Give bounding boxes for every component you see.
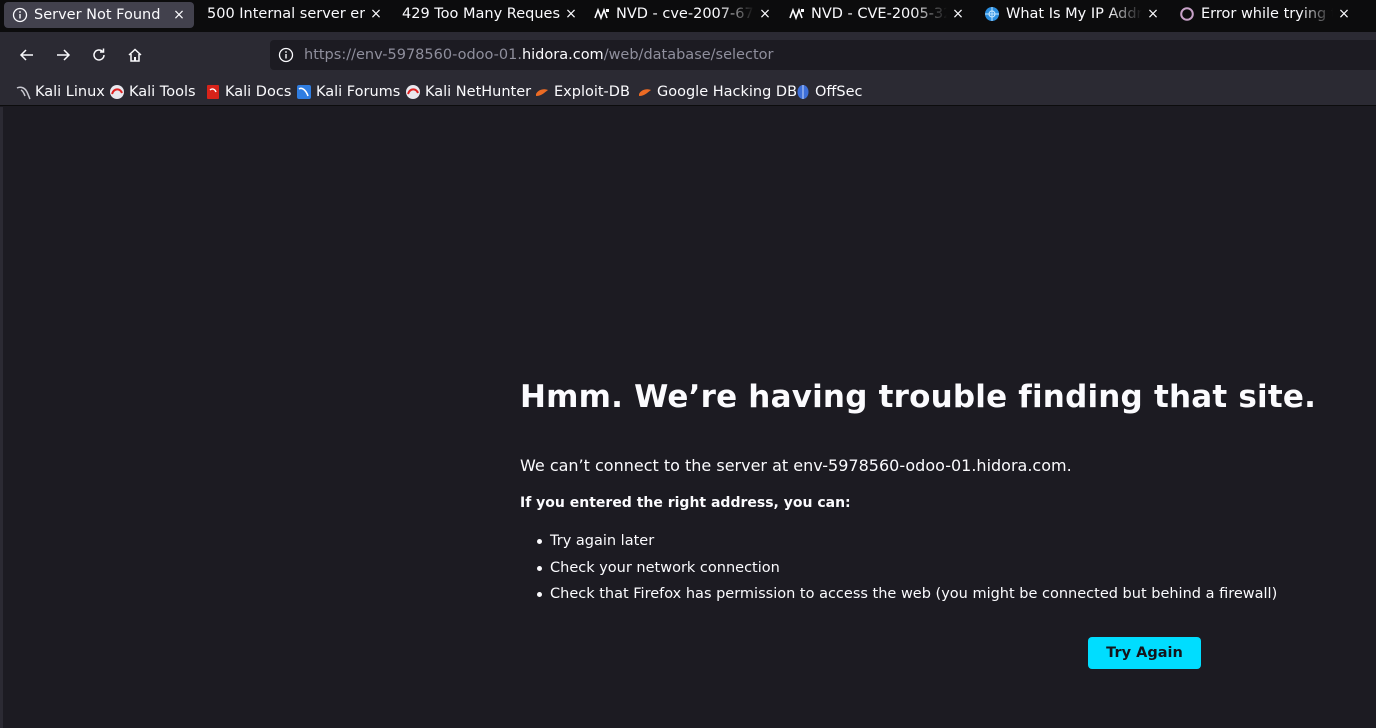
exploit-db-icon (534, 84, 550, 100)
close-icon[interactable]: × (758, 6, 772, 22)
bookmark-offsec[interactable]: OffSec (795, 81, 863, 103)
suggestion-list: Try again later Check your network conne… (520, 528, 1277, 608)
tab-429-error[interactable]: 429 Too Many Requests × (402, 0, 578, 28)
bookmarks-toolbar: Kali Linux Kali Tools Kali Docs Kali For… (0, 78, 1376, 106)
tab-title: What Is My IP Address (1006, 6, 1142, 22)
close-icon[interactable]: × (1337, 6, 1351, 22)
bookmark-kali-docs[interactable]: Kali Docs (205, 81, 291, 103)
close-icon[interactable]: × (172, 7, 186, 23)
offsec-icon (795, 84, 811, 100)
bookmark-label: Exploit-DB (554, 84, 630, 100)
close-icon[interactable]: × (1146, 6, 1160, 22)
try-again-button[interactable]: Try Again (1088, 637, 1201, 669)
nvd-icon (594, 6, 610, 22)
tab-title: NVD - cve-2007-6750 (616, 6, 754, 22)
error-subheading: If you entered the right address, you ca… (520, 495, 851, 511)
close-icon[interactable]: × (951, 6, 965, 22)
suggestion-text: Check your network connection (550, 559, 780, 576)
tab-title: Error while trying to connect (1201, 6, 1333, 22)
tab-what-is-my-ip[interactable]: What Is My IP Address × (984, 0, 1160, 28)
reload-icon (93, 48, 105, 61)
tab-error-connecting[interactable]: Error while trying to connect × (1179, 0, 1351, 28)
suggestion-text: Try again later (550, 533, 655, 550)
kali-forums-icon (296, 84, 312, 100)
bookmark-kali-linux[interactable]: Kali Linux (15, 81, 105, 103)
kali-dragon-icon (15, 84, 31, 100)
tab-nvd-cve-2005[interactable]: NVD - CVE-2005-3299 × (789, 0, 965, 28)
list-item: Check your network connection (520, 555, 1277, 582)
tab-title: 500 Internal server error (207, 6, 365, 22)
info-icon (12, 7, 28, 23)
forward-arrow-icon (57, 49, 71, 61)
forward-button[interactable] (51, 43, 75, 67)
bookmark-label: Kali Forums (316, 84, 401, 100)
url-path: /web/database/selector (603, 47, 774, 63)
url-host: hidora.com (521, 47, 604, 63)
tab-title: 429 Too Many Requests (402, 6, 560, 22)
back-arrow-icon (19, 49, 33, 61)
tab-500-error[interactable]: 500 Internal server error × (207, 0, 383, 28)
url-prefix: https://env-5978560-odoo-01. (304, 47, 522, 63)
home-button[interactable] (123, 43, 147, 67)
bookmark-label: Kali Tools (129, 84, 196, 100)
bookmark-label: Kali Linux (35, 84, 105, 100)
site-info-icon[interactable] (278, 47, 294, 63)
nvd-icon (789, 6, 805, 22)
list-item: Try again later (520, 528, 1277, 555)
tab-server-not-found[interactable]: Server Not Found × (4, 2, 194, 28)
tab-title: NVD - CVE-2005-3299 (811, 6, 947, 22)
ghdb-icon (637, 84, 653, 100)
home-icon (128, 48, 142, 62)
kali-docs-icon (205, 84, 221, 100)
error-title: Hmm. We’re having trouble finding that s… (520, 379, 1317, 415)
bookmark-label: Google Hacking DB (657, 84, 798, 100)
list-item: Check that Firefox has permission to acc… (520, 581, 1277, 608)
bookmark-kali-nethunter[interactable]: Kali NetHunter (405, 81, 531, 103)
page-content (0, 107, 1376, 728)
bookmark-label: OffSec (815, 84, 863, 100)
kali-nethunter-icon (405, 84, 421, 100)
bookmark-label: Kali NetHunter (425, 84, 532, 100)
bookmark-google-hacking-db[interactable]: Google Hacking DB (637, 81, 797, 103)
tab-title: Server Not Found (34, 7, 161, 23)
reload-button[interactable] (87, 43, 111, 67)
back-button[interactable] (15, 43, 39, 67)
address-bar[interactable]: https://env-5978560-odoo-01.hidora.com/w… (270, 40, 1376, 70)
bookmark-label: Kali Docs (225, 84, 292, 100)
error-description: We can’t connect to the server at env-59… (520, 456, 1072, 475)
close-icon[interactable]: × (564, 6, 578, 22)
globe-icon (984, 6, 1000, 22)
kali-tools-icon (109, 84, 125, 100)
tab-nvd-cve-2007[interactable]: NVD - cve-2007-6750 × (594, 0, 772, 28)
tab-strip: Server Not Found × 500 Internal server e… (0, 0, 1376, 32)
circle-icon (1179, 6, 1195, 22)
bookmark-kali-tools[interactable]: Kali Tools (109, 81, 196, 103)
close-icon[interactable]: × (369, 6, 383, 22)
bookmark-kali-forums[interactable]: Kali Forums (296, 81, 400, 103)
suggestion-text: Check that Firefox has permission to acc… (550, 586, 1278, 603)
bookmark-exploit-db[interactable]: Exploit-DB (534, 81, 630, 103)
url-text[interactable]: https://env-5978560-odoo-01.hidora.com/w… (304, 47, 773, 63)
